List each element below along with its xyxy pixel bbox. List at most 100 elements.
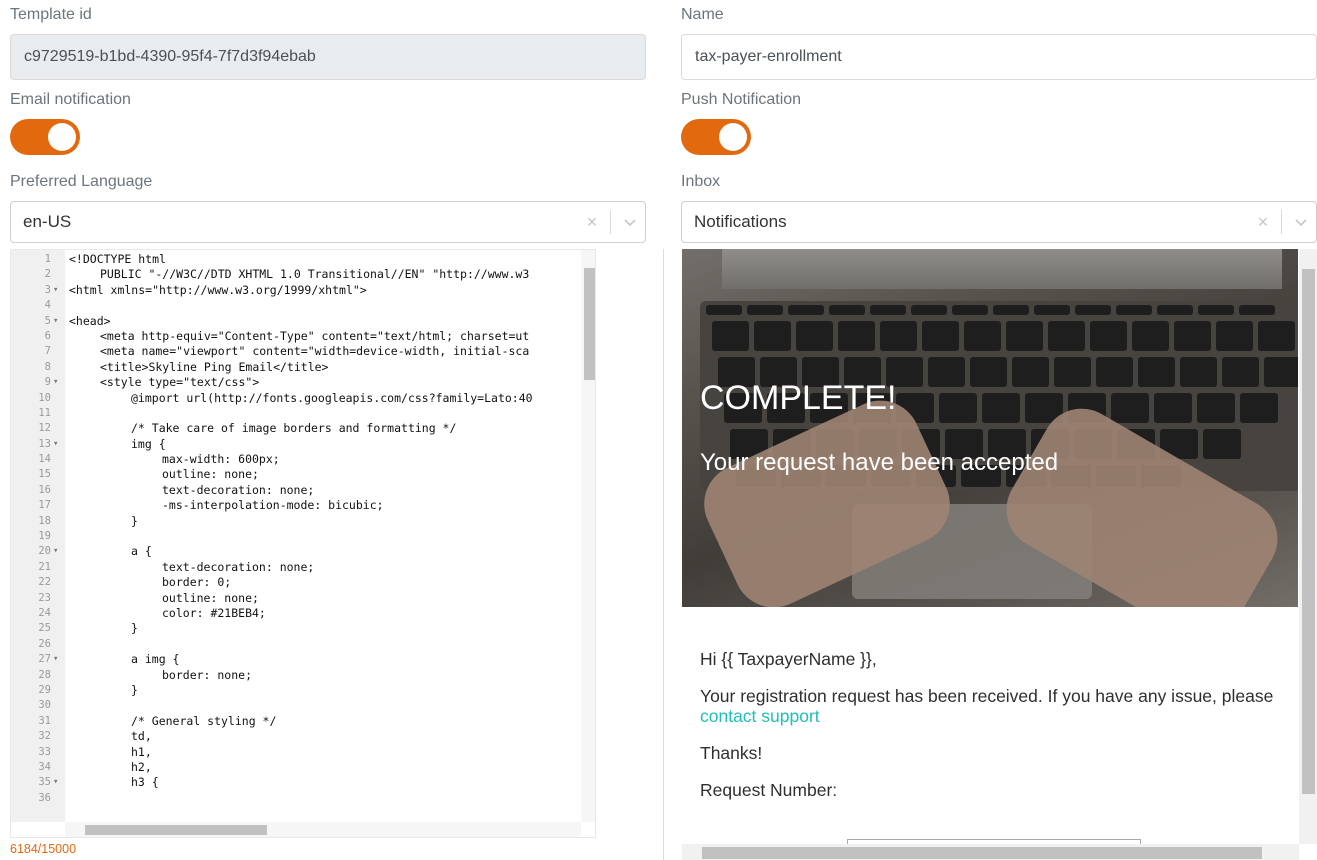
message-paragraph: Your registration request has been recei… <box>700 686 1280 726</box>
select-separator <box>1281 210 1282 234</box>
request-number-label: Request Number: <box>700 780 838 800</box>
code-line[interactable]: 36 <box>11 791 581 806</box>
code-line[interactable]: 15 outline: none; <box>11 467 581 482</box>
code-line[interactable]: 23 outline: none; <box>11 591 581 606</box>
code-line[interactable]: 29} <box>11 683 581 698</box>
code-line[interactable]: 4 <box>11 298 581 313</box>
code-line[interactable]: 35 ▾ h3 { <box>11 775 581 790</box>
line-number: 21 <box>38 560 51 573</box>
line-number: 20 <box>38 545 51 558</box>
contact-support-link[interactable]: contact support <box>700 706 820 726</box>
code-text: <meta name="viewport" content="width=dev… <box>100 344 530 359</box>
preview-vertical-scroll-thumb[interactable] <box>1302 269 1315 794</box>
code-line[interactable]: 1 <!DOCTYPE html <box>11 252 581 267</box>
line-number: 10 <box>38 391 51 404</box>
inbox-select[interactable]: Notifications × <box>681 201 1317 243</box>
code-line[interactable]: 24 color: #21BEB4; <box>11 606 581 621</box>
code-lines[interactable]: 1 <!DOCTYPE html 2 PUBLIC "-//W3C//DTD XHTM… <box>11 252 581 806</box>
line-number: 16 <box>38 483 51 496</box>
code-line[interactable]: 19 <box>11 529 581 544</box>
code-line[interactable]: 13 ▾ img { <box>11 437 581 452</box>
code-line[interactable]: 7 <meta name="viewport" content="width=de… <box>11 344 581 359</box>
fold-toggle-icon[interactable]: ▾ <box>53 314 63 329</box>
line-number: 17 <box>38 499 51 512</box>
code-text: h3 { <box>131 775 159 790</box>
code-line[interactable]: 31 /* General styling */ <box>11 714 581 729</box>
preferred-language-select[interactable]: en-US × <box>10 201 646 243</box>
code-line[interactable]: 34 h2, <box>11 760 581 775</box>
fold-toggle-icon[interactable]: ▾ <box>53 775 63 790</box>
code-line[interactable]: 30 <box>11 698 581 713</box>
line-number: 2 <box>44 268 51 281</box>
fold-toggle-icon[interactable]: ▾ <box>53 437 63 452</box>
code-line[interactable]: 5 ▾ <head> <box>11 314 581 329</box>
chevron-down-icon[interactable] <box>615 217 645 227</box>
code-line[interactable]: 28 border: none; <box>11 668 581 683</box>
preview-horizontal-scrollbar[interactable] <box>682 844 1299 860</box>
hero-overlay <box>682 249 1298 607</box>
line-number: 8 <box>44 360 51 373</box>
code-text: border: 0; <box>162 575 232 590</box>
code-line[interactable]: 17 -ms-interpolation-mode: bicubic; <box>11 498 581 513</box>
code-text: text-decoration: none; <box>162 559 315 574</box>
line-number: 13 <box>38 437 51 450</box>
select-separator <box>610 210 611 234</box>
code-line[interactable]: 20 ▾ a { <box>11 544 581 559</box>
email-notification-toggle[interactable] <box>10 119 80 155</box>
html-code-editor[interactable]: 1 <!DOCTYPE html 2 PUBLIC "-//W3C//DTD XHTM… <box>10 249 596 838</box>
line-number: 15 <box>38 468 51 481</box>
code-line[interactable]: 18} <box>11 514 581 529</box>
chevron-down-icon[interactable] <box>1286 217 1316 227</box>
code-line[interactable]: 16 text-decoration: none; <box>11 483 581 498</box>
code-line[interactable]: 14 max-width: 600px; <box>11 452 581 467</box>
line-number: 6 <box>44 329 51 342</box>
template-id-field: c9729519-b1bd-4390-95f4-7f7d3f94ebab <box>10 34 646 80</box>
code-line[interactable]: 26 <box>11 637 581 652</box>
code-line[interactable]: 10 @import url(http://fonts.googleapis.co… <box>11 391 581 406</box>
code-text: <title>Skyline Ping Email</title> <box>100 359 329 374</box>
editor-horizontal-scrollbar[interactable] <box>65 822 581 837</box>
fold-toggle-icon[interactable]: ▾ <box>53 652 63 667</box>
clear-icon[interactable]: × <box>578 212 606 233</box>
fold-toggle-icon[interactable]: ▾ <box>53 544 63 559</box>
name-label: Name <box>681 6 724 23</box>
line-number: 23 <box>38 591 51 604</box>
fold-toggle-icon[interactable]: ▾ <box>53 375 63 390</box>
code-text: h2, <box>131 759 152 774</box>
editor-vertical-scrollbar[interactable] <box>581 250 595 822</box>
code-line[interactable]: 25} <box>11 621 581 636</box>
push-notification-label: Push Notification <box>681 91 802 108</box>
code-line[interactable]: 8 <title>Skyline Ping Email</title> <box>11 360 581 375</box>
code-line[interactable]: 33 h1, <box>11 745 581 760</box>
code-line[interactable]: 21 text-decoration: none; <box>11 560 581 575</box>
clear-icon[interactable]: × <box>1249 212 1277 233</box>
editor-horizontal-scroll-thumb[interactable] <box>85 825 267 835</box>
name-input[interactable]: tax-payer-enrollment <box>681 34 1317 80</box>
preview-horizontal-scroll-thumb[interactable] <box>702 847 1262 859</box>
code-line[interactable]: 3 ▾ <html xmlns="http://www.w3.org/1999/xh… <box>11 283 581 298</box>
code-text: /* Take care of image borders and format… <box>131 421 457 436</box>
code-line[interactable]: 32 td, <box>11 729 581 744</box>
code-line[interactable]: 2 PUBLIC "-//W3C//DTD XHTML 1.0 Transitio… <box>11 267 581 282</box>
code-line[interactable]: 12 /* Take care of image borders and form… <box>11 421 581 436</box>
code-line[interactable]: 11 <box>11 406 581 421</box>
editor-vertical-scroll-thumb[interactable] <box>584 268 595 380</box>
code-line[interactable]: 22 border: 0; <box>11 575 581 590</box>
line-number: 27 <box>38 653 51 666</box>
code-text: } <box>131 513 138 528</box>
line-number: 32 <box>38 730 51 743</box>
preferred-language-value: en-US <box>23 212 72 231</box>
code-line[interactable]: 6 <meta http-equiv="Content-Type" content… <box>11 329 581 344</box>
code-line[interactable]: 9 ▾ <style type="text/css"> <box>11 375 581 390</box>
character-counter: 6184/15000 <box>10 842 77 856</box>
line-number: 24 <box>38 606 51 619</box>
code-line[interactable]: 27 ▾ a img { <box>11 652 581 667</box>
preview-vertical-scrollbar[interactable] <box>1299 249 1317 844</box>
email-preview[interactable]: COMPLETE! Your request have been accepte… <box>682 249 1317 860</box>
line-number: 9 <box>44 376 51 389</box>
code-text: max-width: 600px; <box>162 452 280 467</box>
push-notification-toggle[interactable] <box>681 119 751 155</box>
thanks-text: Thanks! <box>700 743 763 763</box>
hero-subtitle: Your request have been accepted <box>700 449 1059 476</box>
fold-toggle-icon[interactable]: ▾ <box>53 283 63 298</box>
